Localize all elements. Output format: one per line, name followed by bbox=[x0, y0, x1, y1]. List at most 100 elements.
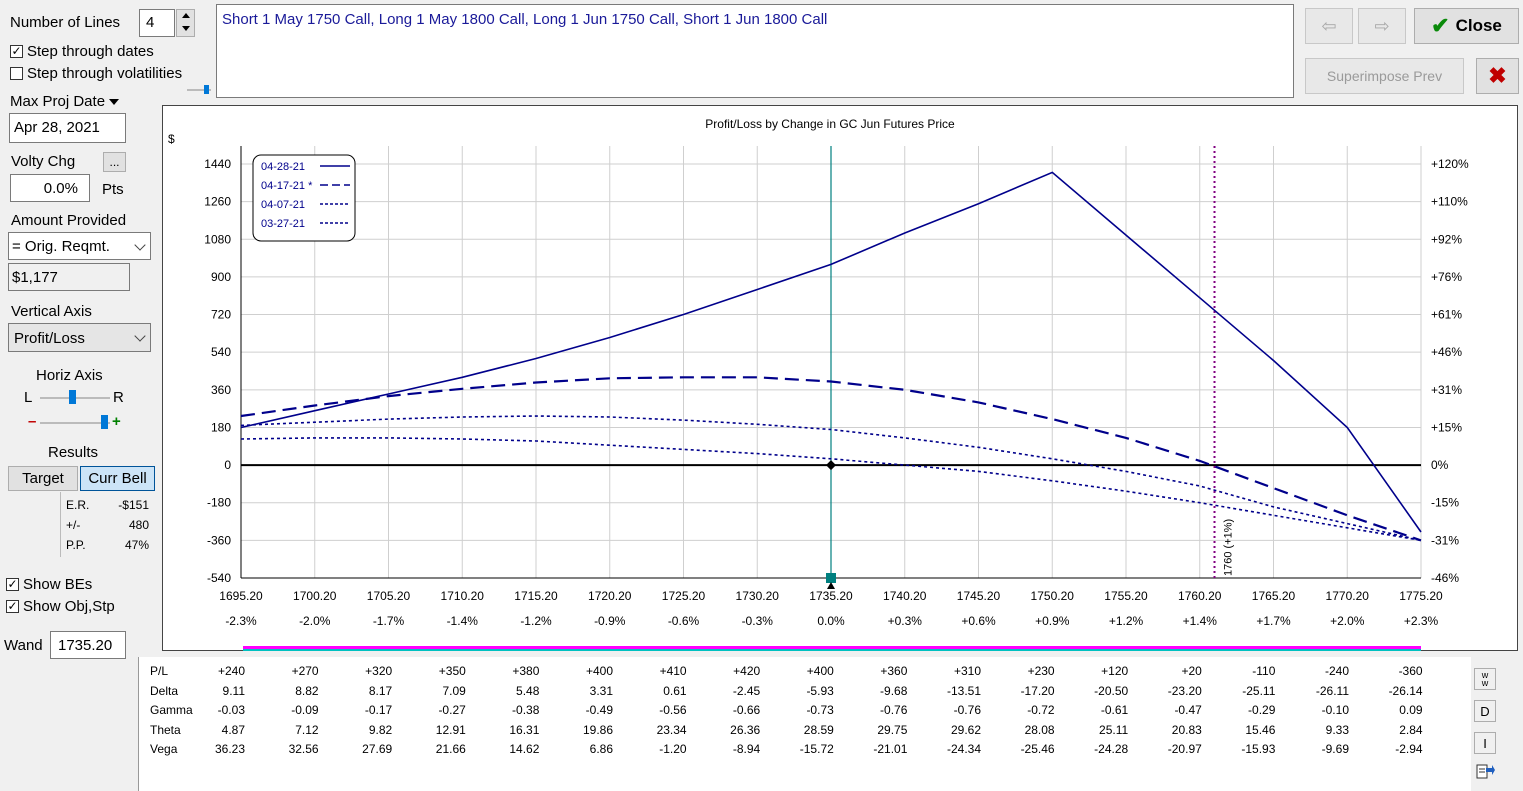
wand-label: Wand bbox=[4, 637, 43, 654]
prev-arrow-button[interactable]: ⇦ bbox=[1305, 8, 1353, 44]
curr-bell-button[interactable]: Curr Bell bbox=[80, 466, 155, 491]
checkmark-icon[interactable]: ✔ bbox=[1431, 13, 1449, 39]
y-tick-label: -540 bbox=[207, 571, 231, 585]
legend-entry-1: 04-17-21 * bbox=[261, 180, 313, 192]
table-cell: -110 bbox=[1252, 664, 1276, 678]
table-cell: 19.86 bbox=[582, 722, 613, 737]
wand-input[interactable]: 1735.20 bbox=[50, 631, 126, 659]
max-proj-date-dropdown-label[interactable]: Max Proj Date bbox=[10, 93, 120, 110]
table-cell: 20.83 bbox=[1171, 722, 1202, 737]
table-cell: 8.17 bbox=[368, 683, 393, 698]
volty-chg-more-button[interactable]: ... bbox=[103, 152, 126, 172]
show-objstp-checkbox[interactable]: ✓ Show Obj,Stp bbox=[6, 598, 115, 615]
show-bes-label: Show BEs bbox=[23, 576, 93, 593]
x-tick-label: 1745.20 bbox=[957, 589, 1001, 603]
close-button[interactable]: ✔ Close bbox=[1414, 8, 1519, 44]
arrow-left-icon[interactable]: ⇦ bbox=[1321, 16, 1336, 37]
x-pct-tick-label: +0.3% bbox=[888, 614, 923, 628]
y-right-tick-label: +31% bbox=[1431, 383, 1462, 397]
table-cell: 12.91 bbox=[435, 722, 466, 737]
number-of-lines-label: Number of Lines bbox=[10, 14, 121, 31]
x-pct-tick-label: +2.3% bbox=[1404, 614, 1439, 628]
band-cyan bbox=[243, 649, 1421, 651]
table-cell: +410 bbox=[659, 664, 687, 678]
table-cell: -26.11 bbox=[1315, 683, 1349, 698]
number-of-lines-input[interactable]: 4 bbox=[139, 9, 175, 37]
profit-loss-chart[interactable]: Profit/Loss by Change in GC Jun Futures … bbox=[162, 105, 1518, 651]
x-tick-label: 1705.20 bbox=[367, 589, 411, 603]
volty-chg-label: Volty Chg bbox=[11, 153, 76, 170]
d-button[interactable]: D bbox=[1474, 700, 1496, 722]
step-vols-checkbox[interactable]: Step through volatilities bbox=[10, 65, 182, 82]
table-cell: +230 bbox=[1027, 664, 1055, 678]
table-cell: -2.94 bbox=[1395, 742, 1423, 756]
table-cell: 4.87 bbox=[221, 722, 245, 737]
table-cell: -0.10 bbox=[1321, 703, 1349, 717]
table-row-label: P/L bbox=[150, 664, 169, 678]
position-description-text: Short 1 May 1750 Call, Long 1 May 1800 C… bbox=[222, 11, 828, 28]
table-cell: -0.03 bbox=[217, 703, 245, 717]
superimpose-prev-button[interactable]: Superimpose Prev bbox=[1305, 58, 1464, 94]
vertical-axis-label: Vertical Axis bbox=[11, 303, 92, 320]
table-cell: 8.82 bbox=[295, 683, 319, 698]
next-arrow-button[interactable]: ⇨ bbox=[1358, 8, 1406, 44]
minus-icon[interactable]: – bbox=[28, 413, 36, 430]
amount-provided-select[interactable]: = Orig. Reqmt. bbox=[8, 232, 151, 260]
table-cell: -17.20 bbox=[1020, 683, 1055, 698]
table-cell: -5.93 bbox=[806, 683, 834, 698]
volatility-mini-slider[interactable] bbox=[187, 84, 211, 98]
table-cell: 29.75 bbox=[877, 722, 908, 737]
step-dates-checkbox[interactable]: ✓ Step through dates bbox=[10, 43, 154, 60]
x-tick-label: 1695.20 bbox=[219, 589, 263, 603]
table-cell: -240 bbox=[1324, 664, 1349, 678]
checkbox-checked-icon[interactable]: ✓ bbox=[10, 45, 23, 58]
checkbox-checked-icon[interactable]: ✓ bbox=[6, 578, 19, 591]
max-proj-date-input[interactable]: Apr 28, 2021 bbox=[9, 113, 126, 143]
x-cross-icon[interactable]: ✖ bbox=[1488, 63, 1506, 89]
x-tick-label: 1730.20 bbox=[736, 589, 780, 603]
table-cell: +310 bbox=[953, 664, 981, 678]
spin-down-icon[interactable] bbox=[182, 26, 190, 31]
y-tick-label: 900 bbox=[211, 270, 231, 284]
slider-thumb-icon[interactable] bbox=[101, 415, 108, 429]
table-cell: -0.61 bbox=[1100, 703, 1129, 717]
position-description-textbox[interactable]: Short 1 May 1750 Call, Long 1 May 1800 C… bbox=[216, 4, 1294, 98]
horiz-axis-slider[interactable] bbox=[40, 390, 110, 406]
x-pct-tick-label: -0.6% bbox=[668, 614, 700, 628]
caret-down-icon[interactable] bbox=[109, 98, 120, 105]
checkbox-unchecked-icon[interactable] bbox=[10, 67, 23, 80]
amount-provided-label: Amount Provided bbox=[11, 212, 127, 229]
table-cell: 2.84 bbox=[1399, 722, 1423, 737]
delete-button[interactable]: ✖ bbox=[1476, 58, 1519, 94]
checkbox-checked-icon[interactable]: ✓ bbox=[6, 600, 19, 613]
slider-thumb-icon[interactable] bbox=[69, 390, 76, 404]
show-bes-checkbox[interactable]: ✓ Show BEs bbox=[6, 576, 92, 593]
x-tick-label: 1750.20 bbox=[1031, 589, 1075, 603]
i-button[interactable]: I bbox=[1474, 732, 1496, 754]
plus-icon[interactable]: + bbox=[112, 413, 121, 430]
table-cell: -0.49 bbox=[585, 703, 613, 717]
x-tick-label: 1700.20 bbox=[293, 589, 337, 603]
chevron-down-icon[interactable] bbox=[134, 239, 146, 251]
target-button[interactable]: Target bbox=[8, 466, 78, 491]
table-cell: -0.72 bbox=[1027, 703, 1055, 717]
vertical-axis-select[interactable]: Profit/Loss bbox=[8, 323, 151, 352]
export-icon[interactable] bbox=[1475, 762, 1495, 780]
arrow-right-icon[interactable]: ⇨ bbox=[1374, 16, 1389, 37]
table-cell: 7.09 bbox=[442, 683, 466, 698]
volty-chg-input[interactable]: 0.0% bbox=[10, 174, 90, 202]
chevron-down-icon[interactable] bbox=[134, 330, 146, 342]
w-button[interactable]: ww bbox=[1474, 668, 1496, 690]
table-cell: -0.66 bbox=[732, 703, 761, 717]
x-tick-label: 1765.20 bbox=[1252, 589, 1296, 603]
spin-up-icon[interactable] bbox=[182, 13, 190, 18]
x-pct-tick-label: -2.0% bbox=[299, 614, 331, 628]
x-tick-label: 1760.20 bbox=[1178, 589, 1222, 603]
zoom-slider[interactable] bbox=[40, 415, 110, 431]
table-cell: 14.62 bbox=[509, 742, 540, 756]
number-of-lines-spinner[interactable] bbox=[176, 9, 195, 37]
table-cell: 7.12 bbox=[295, 722, 319, 737]
table-cell: -9.69 bbox=[1321, 742, 1349, 756]
table-cell: 25.11 bbox=[1099, 722, 1129, 737]
slider-thumb-icon[interactable] bbox=[204, 85, 209, 94]
